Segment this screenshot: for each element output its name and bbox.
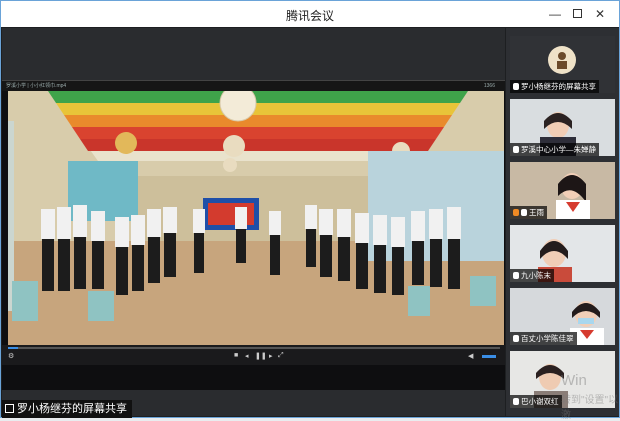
fullscreen-icon[interactable]: ⤢ — [278, 352, 284, 360]
mic-icon — [513, 335, 519, 342]
shared-screen-area: 罗溪小学 | 小小红领巾.mp4 1366 ⚙ ■ ◂ ❚❚ ▸ ⤢ ◀ 罗小杨… — [2, 28, 505, 418]
participant-tile[interactable]: 百丈小学陈佳翠 — [510, 288, 615, 345]
mic-icon — [521, 209, 527, 216]
stop-icon[interactable]: ■ — [234, 352, 238, 359]
participant-name: 罗溪中心小学—朱婵静 — [510, 143, 599, 156]
video-progress-bar[interactable] — [8, 347, 500, 349]
participant-name-text: 罗小杨继芬的屏幕共享 — [521, 82, 596, 91]
mic-icon — [513, 398, 519, 405]
participant-name: 王雨 — [510, 206, 547, 219]
classroom-scene-image — [8, 91, 504, 345]
alert-icon — [513, 209, 519, 216]
settings-icon[interactable]: ⚙ — [8, 352, 14, 360]
participant-name: 罗小杨继芬的屏幕共享 — [510, 80, 599, 93]
video-player: 罗溪小学 | 小小红领巾.mp4 1366 ⚙ ■ ◂ ❚❚ ▸ ⤢ ◀ — [2, 80, 505, 390]
maximize-icon[interactable] — [568, 5, 586, 23]
video-duration: 1366 — [483, 83, 495, 89]
volume-slider[interactable] — [482, 355, 496, 358]
screen-share-icon — [5, 404, 14, 413]
windows-activation-hint: 转到"设置"以激 — [561, 395, 619, 421]
screen-share-label: 罗小杨继芬的屏幕共享 — [2, 400, 132, 418]
window-title: 腾讯会议 — [285, 9, 334, 23]
participant-name: 九小陈末 — [510, 269, 554, 282]
participant-tile[interactable]: 罗小杨继芬的屏幕共享 — [510, 36, 615, 93]
player-controls: ⚙ ■ ◂ ❚❚ ▸ ⤢ ◀ — [2, 345, 505, 365]
player-header: 罗溪小学 | 小小红领巾.mp4 1366 — [2, 81, 505, 91]
participant-name-text: 王雨 — [529, 208, 544, 217]
participant-name-text: 百丈小学陈佳翠 — [521, 334, 574, 343]
minimize-icon[interactable]: — — [546, 5, 564, 23]
participant-tile[interactable]: 九小陈末 — [510, 225, 615, 282]
participant-list: 罗小杨继芬的屏幕共享 罗溪中心小学—朱婵静 王雨 九小陈末 百丈小学陈佳翠 巴小… — [506, 28, 619, 416]
participant-name-text: 罗溪中心小学—朱婵静 — [521, 145, 596, 154]
pause-icon[interactable]: ❚❚ — [255, 352, 267, 360]
mic-icon — [513, 272, 519, 279]
video-file-name: 罗溪小学 | 小小红领巾.mp4 — [6, 83, 67, 89]
classroom-video-frame[interactable] — [8, 91, 504, 345]
close-icon[interactable]: ✕ — [591, 5, 609, 23]
windows-activation-watermark: Win — [561, 372, 587, 389]
mic-icon — [513, 146, 519, 153]
meeting-window: 腾讯会议 — ✕ 罗溪小学 | 小小红领巾.mp4 1366 ⚙ ■ ◂ ❚❚ … — [0, 0, 620, 421]
next-icon[interactable]: ▸ — [269, 352, 273, 360]
volume-icon[interactable]: ◀ — [468, 352, 473, 360]
participant-tile[interactable]: 罗溪中心小学—朱婵静 — [510, 99, 615, 156]
participant-name: 巴小谢双红 — [510, 395, 562, 408]
participant-name-text: 九小陈末 — [521, 271, 551, 280]
participant-name-text: 巴小谢双红 — [521, 397, 559, 406]
title-bar: 腾讯会议 — ✕ — [1, 1, 619, 27]
previous-icon[interactable]: ◂ — [245, 352, 249, 360]
participant-name: 百丈小学陈佳翠 — [510, 332, 577, 345]
mic-icon — [513, 83, 519, 90]
screen-share-label-text: 罗小杨继芬的屏幕共享 — [17, 403, 127, 415]
participant-tile[interactable]: 王雨 — [510, 162, 615, 219]
